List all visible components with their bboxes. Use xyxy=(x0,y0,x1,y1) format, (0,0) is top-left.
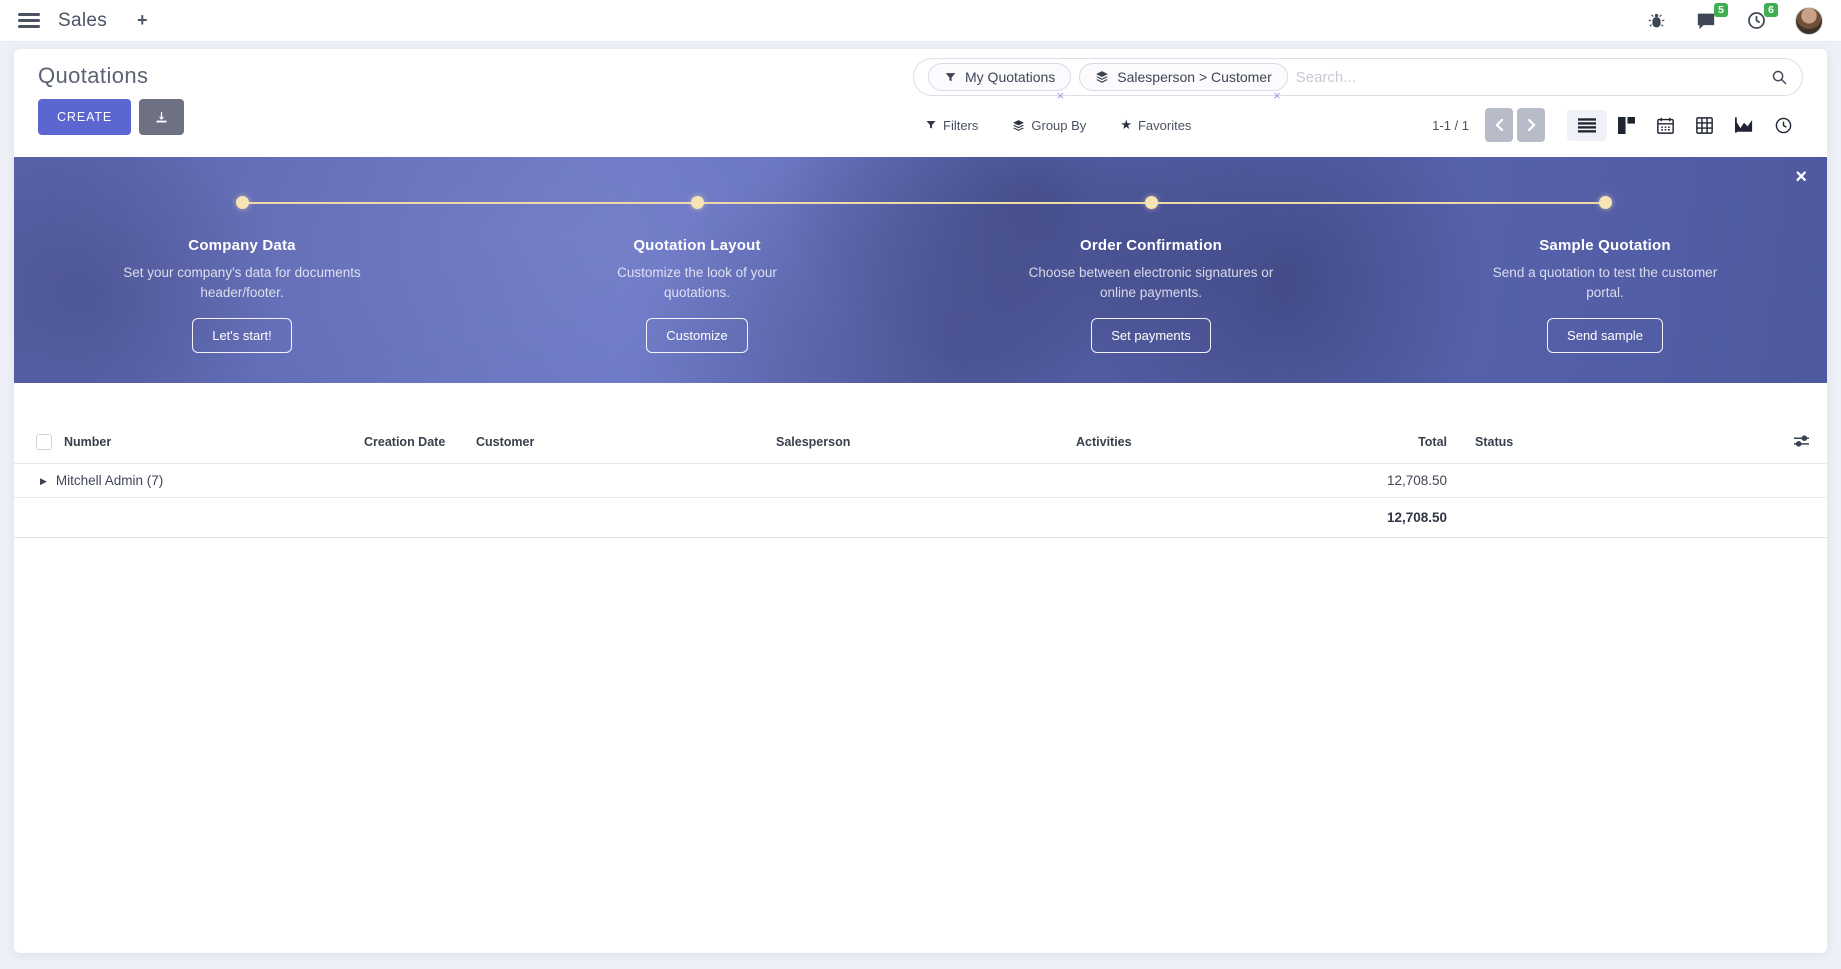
filters-label: Filters xyxy=(943,118,978,133)
group-by-menu[interactable]: Group By xyxy=(1012,118,1086,133)
view-switcher xyxy=(1567,109,1803,142)
facet-remove-icon[interactable]: × xyxy=(1273,88,1281,103)
control-panel: Quotations CREATE My Quotations × xyxy=(14,49,1827,157)
step-description: Set your company's data for documents he… xyxy=(117,263,367,302)
group-by-label: Group By xyxy=(1031,118,1086,133)
user-avatar[interactable] xyxy=(1795,7,1823,35)
search-icon[interactable] xyxy=(1771,69,1788,86)
kanban-view-button[interactable] xyxy=(1607,109,1646,142)
expand-caret-icon[interactable]: ▶ xyxy=(40,476,47,486)
messages-badge: 5 xyxy=(1714,3,1728,18)
table-header-row: Number Creation Date Customer Salesperso… xyxy=(14,421,1827,464)
timeline-dot xyxy=(1145,196,1158,209)
messages-icon[interactable]: 5 xyxy=(1695,10,1717,32)
sliders-icon xyxy=(1794,435,1809,447)
step-title: Quotation Layout xyxy=(532,237,862,254)
favorites-label: Favorites xyxy=(1138,118,1191,133)
debug-bug-icon[interactable] xyxy=(1645,10,1667,32)
optional-columns-button[interactable] xyxy=(1776,421,1827,464)
column-header-salesperson[interactable]: Salesperson xyxy=(770,421,1070,464)
onboarding-step-sample-quotation: Sample Quotation Send a quotation to tes… xyxy=(1440,237,1770,353)
select-all-checkbox[interactable] xyxy=(36,434,52,450)
activity-view-button[interactable] xyxy=(1764,109,1803,142)
set-payments-button[interactable]: Set payments xyxy=(1091,318,1211,353)
step-description: Customize the look of your quotations. xyxy=(587,263,807,302)
download-icon xyxy=(154,110,169,125)
table-footer-row: 12,708.50 xyxy=(14,498,1827,538)
export-button[interactable] xyxy=(139,99,184,135)
column-header-number[interactable]: Number xyxy=(58,421,358,464)
onboarding-step-company-data: Company Data Set your company's data for… xyxy=(77,237,407,353)
create-button[interactable]: CREATE xyxy=(38,99,131,135)
timeline-dot xyxy=(236,196,249,209)
activities-clock-icon[interactable]: 6 xyxy=(1745,10,1767,32)
facet-remove-icon[interactable]: × xyxy=(1057,88,1065,103)
layers-icon xyxy=(1095,70,1109,84)
filter-icon xyxy=(944,71,957,84)
column-header-total[interactable]: Total xyxy=(1286,421,1453,464)
step-title: Sample Quotation xyxy=(1440,237,1770,254)
footer-total: 12,708.50 xyxy=(1286,498,1453,538)
onboarding-banner: × Company Data Set your company's data f… xyxy=(14,157,1827,383)
apps-menu-icon[interactable] xyxy=(18,10,40,31)
facet-label: My Quotations xyxy=(965,69,1055,85)
layers-icon xyxy=(1012,119,1025,132)
activities-badge: 6 xyxy=(1764,3,1778,18)
quotations-table: Number Creation Date Customer Salesperso… xyxy=(14,421,1827,538)
group-total: 12,708.50 xyxy=(1286,464,1453,498)
list-view-button[interactable] xyxy=(1567,110,1607,141)
top-navbar: Sales + 5 6 xyxy=(0,0,1841,42)
onboarding-timeline xyxy=(242,202,1605,204)
pager-next-button[interactable] xyxy=(1517,108,1545,142)
facet-label: Salesperson > Customer xyxy=(1117,69,1271,85)
favorites-menu[interactable]: ★ Favorites xyxy=(1120,117,1191,133)
onboarding-step-order-confirmation: Order Confirmation Choose between electr… xyxy=(986,237,1316,353)
step-description: Send a quotation to test the customer po… xyxy=(1480,263,1730,302)
main-content-card: Quotations CREATE My Quotations × xyxy=(14,49,1827,953)
banner-close-icon[interactable]: × xyxy=(1795,167,1807,187)
search-bar[interactable]: My Quotations × Salesperson > Customer × xyxy=(913,58,1803,96)
plus-icon[interactable]: + xyxy=(137,10,148,31)
lets-start-button[interactable]: Let's start! xyxy=(192,318,292,353)
step-title: Order Confirmation xyxy=(986,237,1316,254)
search-facet-groupby[interactable]: Salesperson > Customer × xyxy=(1079,63,1287,91)
step-description: Choose between electronic signatures or … xyxy=(1011,263,1291,302)
app-name[interactable]: Sales xyxy=(58,10,107,32)
timeline-dot xyxy=(1599,196,1612,209)
send-sample-button[interactable]: Send sample xyxy=(1547,318,1663,353)
timeline-dot xyxy=(691,196,704,209)
search-options-row: Filters Group By ★ Favorites 1-1 / 1 xyxy=(913,106,1803,144)
group-row-mitchell-admin[interactable]: ▶ Mitchell Admin (7) 12,708.50 xyxy=(14,464,1827,498)
column-header-creation-date[interactable]: Creation Date xyxy=(358,421,470,464)
star-icon: ★ xyxy=(1120,117,1132,133)
column-header-activities[interactable]: Activities xyxy=(1070,421,1286,464)
pager-previous-button[interactable] xyxy=(1485,108,1513,142)
column-header-customer[interactable]: Customer xyxy=(470,421,770,464)
group-label: Mitchell Admin (7) xyxy=(56,473,163,488)
pager: 1-1 / 1 xyxy=(1432,108,1545,142)
page-title: Quotations xyxy=(38,63,148,89)
graph-view-button[interactable] xyxy=(1724,109,1764,141)
step-title: Company Data xyxy=(77,237,407,254)
column-header-status[interactable]: Status xyxy=(1453,421,1776,464)
onboarding-step-quotation-layout: Quotation Layout Customize the look of y… xyxy=(532,237,862,353)
filters-menu[interactable]: Filters xyxy=(925,118,978,133)
pivot-view-button[interactable] xyxy=(1685,109,1724,142)
filter-icon xyxy=(925,119,937,131)
pager-range: 1-1 / 1 xyxy=(1432,118,1469,133)
customize-button[interactable]: Customize xyxy=(646,318,747,353)
search-input[interactable] xyxy=(1296,69,1763,86)
calendar-view-button[interactable] xyxy=(1646,109,1685,142)
search-facet-my-quotations[interactable]: My Quotations × xyxy=(928,63,1071,91)
